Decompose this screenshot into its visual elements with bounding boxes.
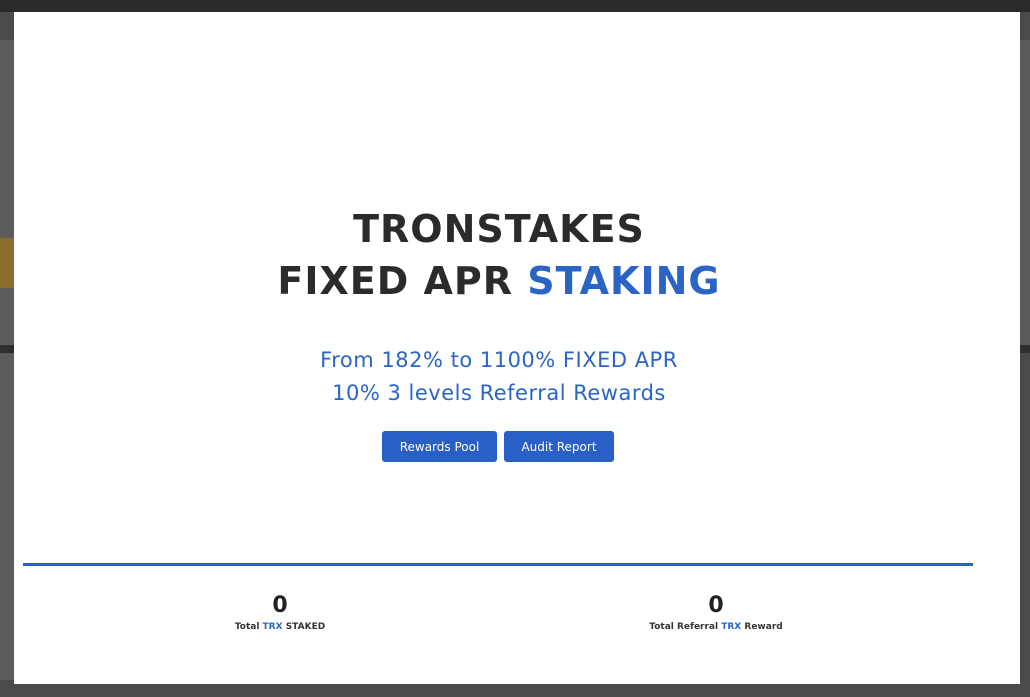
background-left-divider xyxy=(0,345,14,353)
title-accent: STAKING xyxy=(527,259,721,303)
label-prefix: Total xyxy=(234,622,260,632)
total-referral-reward-label: Total Referral TRX Reward xyxy=(586,622,846,632)
total-referral-reward-value: 0 xyxy=(708,593,724,618)
section-divider xyxy=(23,563,973,566)
background-right-strip xyxy=(1020,40,1030,350)
rewards-pool-button[interactable]: Rewards Pool xyxy=(382,431,497,462)
background-right-divider xyxy=(1020,345,1030,353)
modal-title-line1: TRONSTAKES xyxy=(353,207,645,251)
label-suffix: STAKED xyxy=(285,622,326,632)
label-accent: TRX xyxy=(262,622,283,632)
background-top-bar xyxy=(0,0,1030,12)
title-prefix: FIXED APR xyxy=(277,259,514,303)
background-gold-band xyxy=(0,238,14,288)
label-prefix: Total Referral xyxy=(649,622,719,632)
background-left-strip xyxy=(0,40,14,680)
label-suffix: Reward xyxy=(744,622,783,632)
audit-report-button[interactable]: Audit Report xyxy=(504,431,614,462)
total-staked-stat: 0 Total TRX STAKED xyxy=(150,592,410,632)
modal-title-line2: FIXED APR STAKING xyxy=(14,259,984,303)
referral-text: 10% 3 levels Referral Rewards xyxy=(332,381,666,405)
apr-range-text: From 182% to 1100% FIXED APR xyxy=(320,348,678,372)
total-staked-label: Total TRX STAKED xyxy=(150,622,410,632)
staking-modal: TRONSTAKES FIXED APR STAKING From 182% t… xyxy=(14,12,1020,684)
label-accent: TRX xyxy=(721,622,742,632)
total-staked-value: 0 xyxy=(272,593,288,618)
total-referral-reward-stat: 0 Total Referral TRX Reward xyxy=(586,592,846,632)
